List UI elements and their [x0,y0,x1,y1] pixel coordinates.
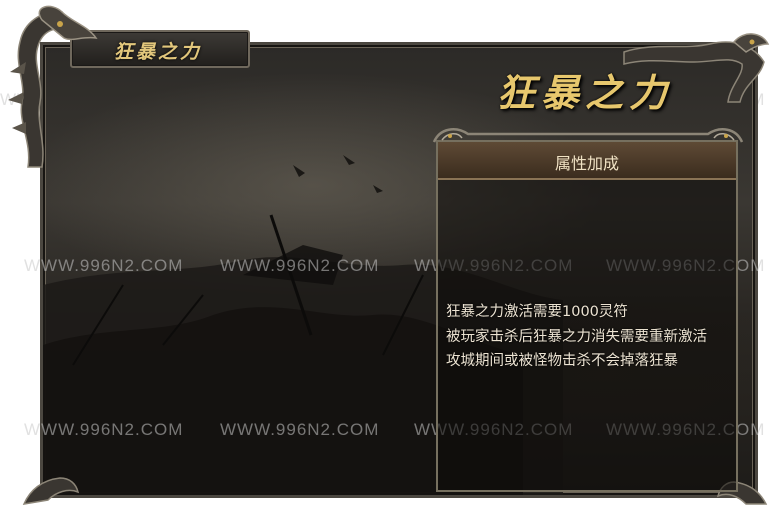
dragon-ornament-icon [8,5,98,168]
watermark: WWW.996N2.COM [24,420,184,439]
watermark: WWW.996N2.COM [220,420,380,439]
attribute-header-label: 属性加成 [554,154,619,173]
title-tab-text: 狂暴之力 [113,41,202,63]
attribute-line: 狂暴之力激活需要1000灵符 [446,304,628,320]
page-title: 狂暴之力 [496,70,673,115]
attribute-line: 攻城期间或被怪物击杀不会掉落狂暴 [446,353,678,369]
attribute-line: 被玩家击杀后狂暴之力消失需要重新激活 [446,329,707,345]
watermark: WWW.996N2.COM [220,256,380,275]
attribute-header: 属性加成 [438,142,736,180]
corner-ornament-icon [22,477,80,505]
watermark: WWW.996N2.COM [24,256,184,275]
